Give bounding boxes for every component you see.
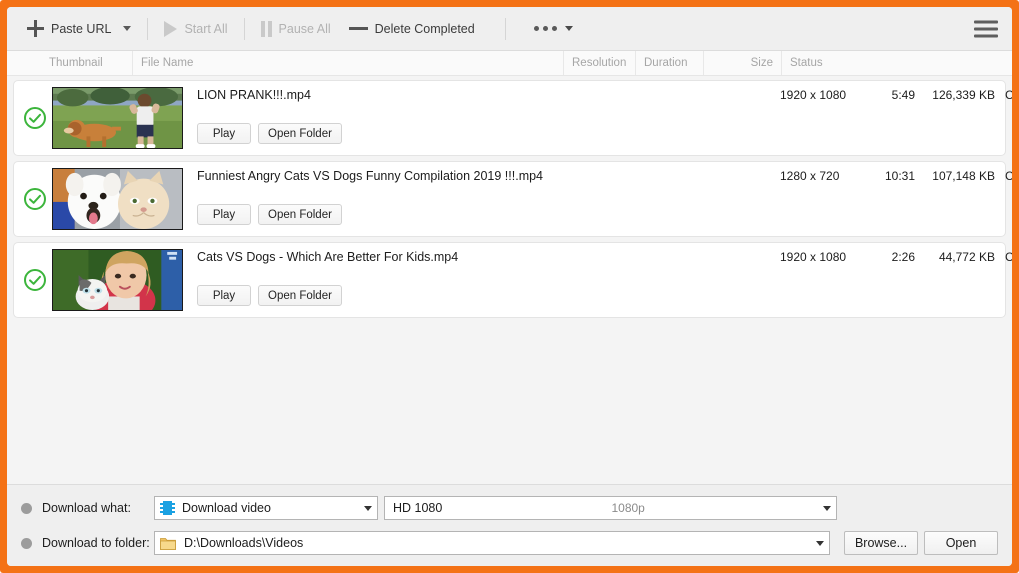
- table-row[interactable]: Cats VS Dogs - Which Are Better For Kids…: [13, 242, 1012, 318]
- row-size: 126,339 KB: [932, 88, 995, 102]
- row-status-check[interactable]: [14, 81, 52, 155]
- row-size: 107,148 KB: [932, 169, 995, 183]
- thumbnail-dog-chasing-person: [53, 88, 182, 148]
- row-duration: 5:49: [891, 88, 915, 102]
- toolbar-divider: [504, 17, 506, 40]
- toolbar-divider: [243, 17, 245, 40]
- row-resolution: 1920 x 1080: [780, 250, 847, 264]
- download-what-value: Download video: [182, 501, 271, 515]
- row-actions: Play Open Folder: [197, 285, 342, 306]
- app-window: Paste URL Start All Pause All Delete Com…: [7, 7, 1012, 566]
- folder-icon: [160, 537, 176, 550]
- folder-path-select[interactable]: D:\Downloads\Videos: [154, 531, 830, 555]
- checkmark-circle-icon: [24, 269, 46, 291]
- pause-icon: [260, 20, 272, 37]
- chevron-down-icon[interactable]: [123, 26, 132, 31]
- column-header-resolution[interactable]: Resolution: [563, 51, 635, 75]
- open-folder-button[interactable]: Open Folder: [258, 285, 342, 306]
- column-header-row: Thumbnail File Name Resolution Duration …: [7, 51, 1012, 76]
- play-button[interactable]: Play: [197, 285, 251, 306]
- open-folder-button[interactable]: Open Folder: [258, 204, 342, 225]
- play-button[interactable]: Play: [197, 123, 251, 144]
- column-header-status[interactable]: Status: [781, 51, 881, 75]
- download-what-label: Download what:: [42, 501, 131, 515]
- column-header-size[interactable]: Size: [703, 51, 781, 75]
- column-header-duration[interactable]: Duration: [635, 51, 703, 75]
- start-all-label: Start All: [184, 21, 228, 36]
- chevron-down-icon[interactable]: [811, 532, 829, 554]
- delete-completed-label: Delete Completed: [374, 21, 475, 36]
- plus-icon: [27, 20, 44, 37]
- row-resolution: 1920 x 1080: [780, 88, 847, 102]
- row-size: 44,772 KB: [938, 250, 995, 264]
- film-strip-icon: [160, 501, 175, 515]
- paste-url-label: Paste URL: [51, 21, 112, 36]
- quality-value: HD 1080: [393, 501, 443, 515]
- open-button[interactable]: Open: [924, 531, 998, 555]
- download-to-folder-radio[interactable]: [21, 537, 32, 549]
- row-duration: 2:26: [891, 250, 915, 264]
- checkmark-circle-icon: [24, 188, 46, 210]
- row-actions: Play Open Folder: [197, 204, 342, 225]
- minus-icon: [348, 27, 368, 30]
- chevron-down-icon[interactable]: [564, 26, 573, 31]
- more-options-button[interactable]: [528, 14, 579, 44]
- row-info: LION PRANK!!!.mp4 Play Open Folder 1920 …: [183, 81, 1012, 155]
- ellipsis-icon: [533, 26, 557, 31]
- row-info: Funniest Angry Cats VS Dogs Funny Compil…: [183, 162, 1012, 236]
- checkmark-circle-icon: [24, 107, 46, 129]
- row-thumbnail[interactable]: [52, 87, 183, 149]
- chevron-down-icon[interactable]: [818, 497, 836, 519]
- row-status-check[interactable]: [14, 243, 52, 317]
- thumbnail-dog-and-cat: [53, 169, 182, 229]
- main-toolbar: Paste URL Start All Pause All Delete Com…: [7, 7, 1012, 51]
- quality-badge: 1080p: [611, 501, 645, 515]
- download-what-row: Download what: Download video HD 1080 10…: [21, 495, 998, 521]
- play-icon: [164, 20, 178, 37]
- row-actions: Play Open Folder: [197, 123, 342, 144]
- browse-button[interactable]: Browse...: [844, 531, 918, 555]
- row-thumbnail[interactable]: [52, 249, 183, 311]
- toolbar-divider: [147, 17, 149, 40]
- thumbnail-girl-with-kitten: [53, 250, 182, 310]
- column-header-thumbnail[interactable]: Thumbnail: [7, 51, 132, 75]
- download-to-folder-row: Download to folder: D:\Downloads\Videos …: [21, 530, 998, 556]
- app-window-frame: Paste URL Start All Pause All Delete Com…: [0, 0, 1019, 573]
- row-duration: 10:31: [884, 169, 915, 183]
- folder-path-value: D:\Downloads\Videos: [184, 536, 304, 550]
- chevron-down-icon[interactable]: [359, 497, 377, 519]
- hamburger-menu-button[interactable]: [974, 20, 998, 37]
- download-list: LION PRANK!!!.mp4 Play Open Folder 1920 …: [7, 76, 1012, 484]
- table-row[interactable]: LION PRANK!!!.mp4 Play Open Folder 1920 …: [13, 80, 1012, 156]
- row-status: Completed: [1005, 169, 1012, 183]
- download-what-select[interactable]: Download video: [154, 496, 378, 520]
- download-options-panel: Download what: Download video HD 1080 10…: [7, 484, 1012, 566]
- pause-all-label: Pause All: [278, 21, 331, 36]
- paste-url-button[interactable]: Paste URL: [21, 14, 137, 44]
- download-to-folder-label: Download to folder:: [42, 536, 150, 550]
- delete-completed-button[interactable]: Delete Completed: [343, 14, 481, 44]
- row-resolution: 1280 x 720: [780, 169, 840, 183]
- row-thumbnail[interactable]: [52, 168, 183, 230]
- row-status-check[interactable]: [14, 162, 52, 236]
- row-status: Completed: [1005, 250, 1012, 264]
- quality-select[interactable]: HD 1080 1080p: [384, 496, 837, 520]
- start-all-button[interactable]: Start All: [158, 14, 233, 44]
- row-status: Completed: [1005, 88, 1012, 102]
- column-header-filename[interactable]: File Name: [132, 51, 563, 75]
- pause-all-button[interactable]: Pause All: [255, 14, 337, 44]
- open-folder-button[interactable]: Open Folder: [258, 123, 342, 144]
- play-button[interactable]: Play: [197, 204, 251, 225]
- table-row[interactable]: Funniest Angry Cats VS Dogs Funny Compil…: [13, 161, 1012, 237]
- row-info: Cats VS Dogs - Which Are Better For Kids…: [183, 243, 1012, 317]
- download-what-radio[interactable]: [21, 502, 32, 514]
